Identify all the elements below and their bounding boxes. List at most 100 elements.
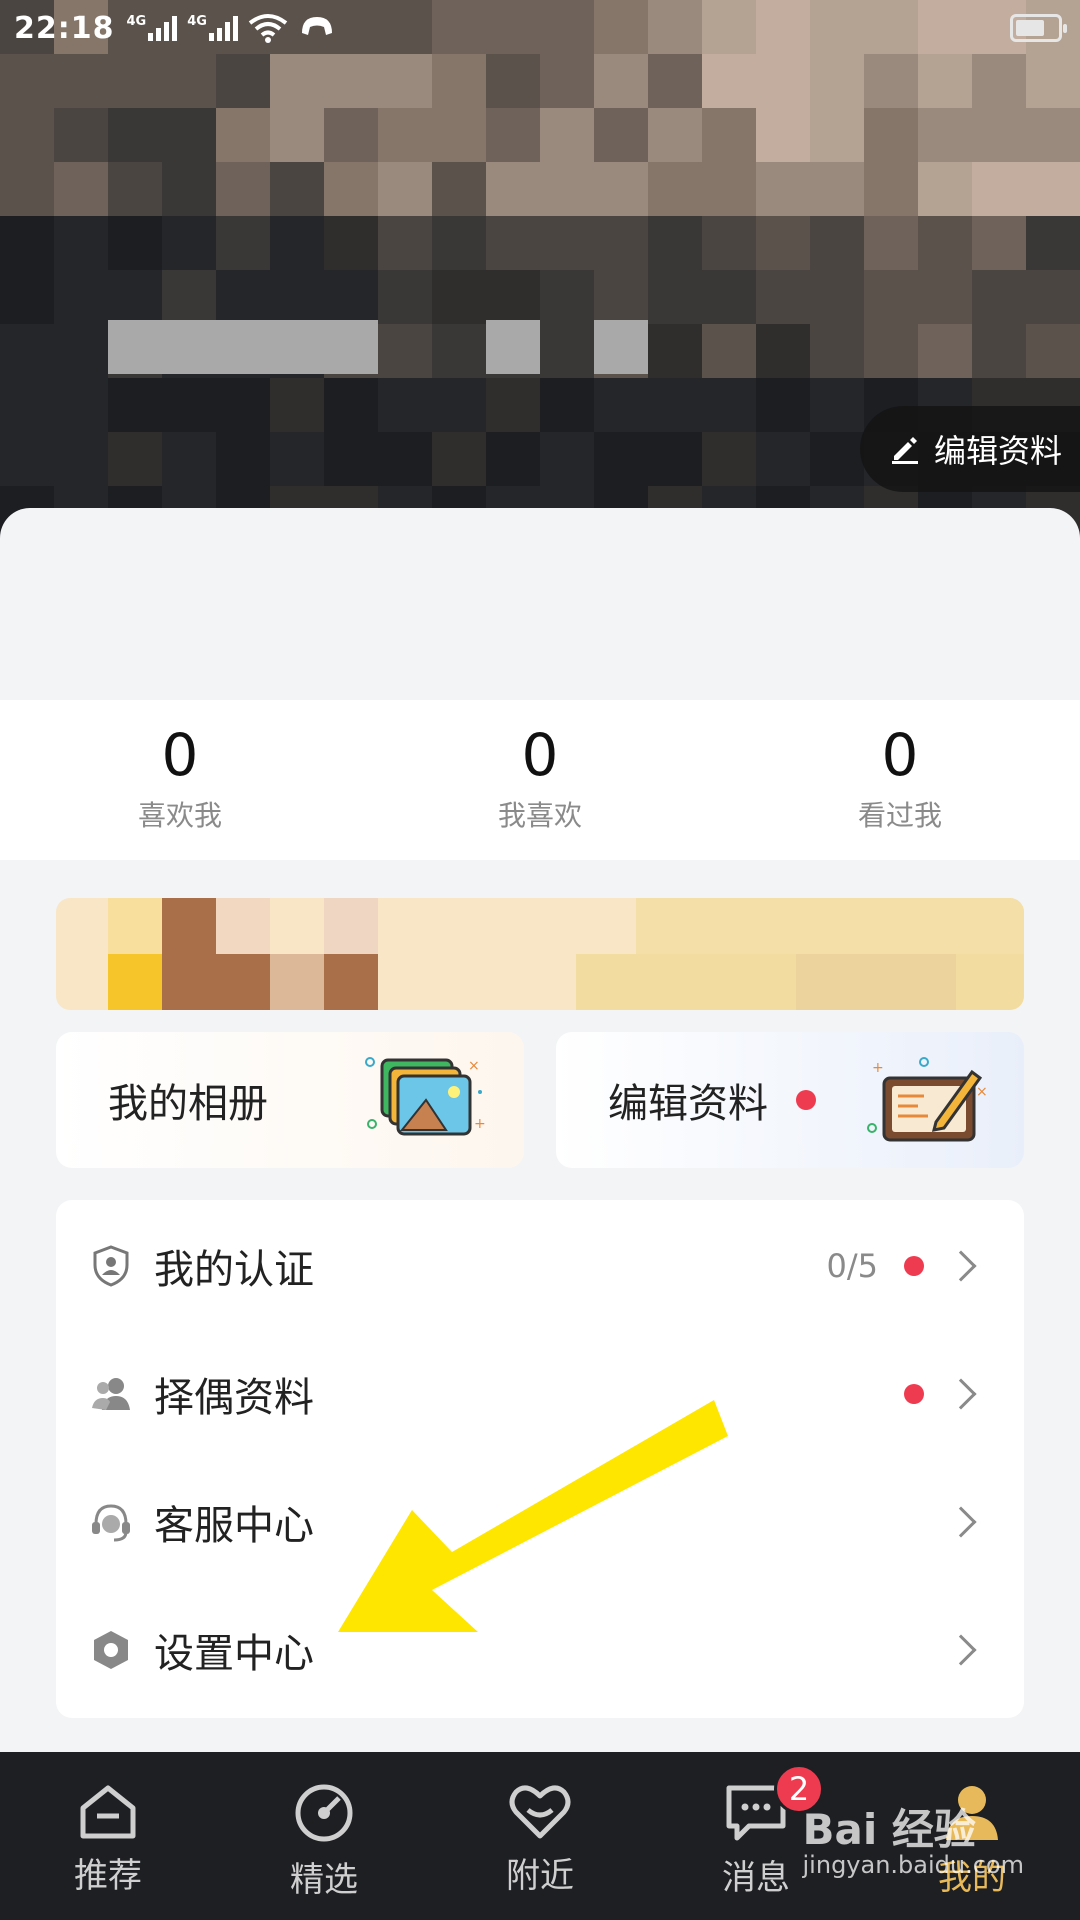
stat-viewed-me[interactable]: 0 看过我 [720,700,1080,860]
cover-mosaic-tile [378,216,432,270]
cover-mosaic-tile [594,108,648,162]
menu-item-right: 0/5 [826,1202,977,1330]
cover-mosaic-tile [108,320,162,374]
cover-mosaic-tile [216,320,270,374]
cover-mosaic-tile [648,54,702,108]
cover-mosaic-tile [756,54,810,108]
cover-mosaic-tile [54,216,108,270]
cover-mosaic-tile [0,270,54,324]
cover-mosaic-tile [108,54,162,108]
status-bar: 22:18 4G 4G [0,0,1080,56]
cover-mosaic-tile [54,54,108,108]
cover-mosaic-tile [162,432,216,486]
stat-i-liked[interactable]: 0 我喜欢 [360,700,720,860]
edit-board-icon: + × [867,1057,988,1142]
cover-mosaic-tile [108,162,162,216]
network-type-label-2: 4G [187,14,207,29]
cover-mosaic-tile [432,216,486,270]
cover-mosaic-tile [54,108,108,162]
cover-mosaic-tile [864,270,918,324]
cover-mosaic-tile [486,320,540,374]
cover-mosaic-tile [108,216,162,270]
signal-icon-2: 4G [187,15,238,41]
notification-dot [796,1090,816,1110]
menu-item-label: 择偶资料 [154,1375,314,1421]
promo-banner[interactable] [56,898,1024,1010]
cover-mosaic-tile [864,54,918,108]
chevron-right-icon [945,1634,977,1666]
cover-mosaic-tile [648,108,702,162]
cover-mosaic-tile [648,270,702,324]
stats-bar: 0 喜欢我 0 我喜欢 0 看过我 [0,700,1080,860]
cover-mosaic-tile [1026,108,1080,162]
cover-mosaic-tile [918,324,972,378]
call-icon [301,17,332,35]
cover-mosaic-tile [702,270,756,324]
cover-mosaic-tile [918,54,972,108]
cover-mosaic-tile [540,216,594,270]
menu-item-partner-preferences[interactable]: 择偶资料 [56,1330,1024,1458]
cover-mosaic-tile [0,108,54,162]
cover-mosaic-tile [918,108,972,162]
cover-mosaic-tile [216,108,270,162]
my-album-card[interactable]: 我的相册 × + [56,1032,524,1168]
cover-mosaic-tile [540,108,594,162]
cover-mosaic-tile [702,54,756,108]
cover-mosaic-tile [324,432,378,486]
pencil-icon [892,437,918,464]
home-icon [80,1785,136,1839]
cover-mosaic-tile [810,108,864,162]
cover-mosaic-tile [432,324,486,378]
stat-label: 我喜欢 [497,799,582,832]
cover-mosaic-tile [270,270,324,324]
nav-tab-nearby[interactable]: 附近 [432,1752,648,1920]
cover-mosaic-tile [1026,162,1080,216]
cover-mosaic-tile [108,270,162,324]
nav-tab-featured[interactable]: 精选 [216,1752,432,1920]
cover-mosaic-tile [486,432,540,486]
cover-mosaic-tile [918,162,972,216]
photo-album-icon: × + [365,1057,486,1136]
cover-mosaic-tile [648,324,702,378]
cover-mosaic-tile [324,108,378,162]
cover-mosaic-tile [270,216,324,270]
cover-mosaic-tile [432,270,486,324]
cover-mosaic-tile [54,432,108,486]
menu-item-settings[interactable]: 设置中心 [56,1586,1024,1714]
cover-mosaic-tile [540,54,594,108]
stat-liked-me[interactable]: 0 喜欢我 [0,700,360,860]
cover-mosaic-tile [756,162,810,216]
edit-profile-card[interactable]: 编辑资料 + × [556,1032,1024,1168]
cover-mosaic-tile [1026,216,1080,270]
cover-mosaic-tile [756,324,810,378]
nav-tab-recommend[interactable]: 推荐 [0,1752,216,1920]
cover-mosaic-tile [216,270,270,324]
cover-mosaic-tile [54,162,108,216]
cover-mosaic-tile [324,216,378,270]
stat-value: 0 [881,721,919,789]
wifi-icon [248,14,288,43]
cover-mosaic-tile [972,108,1026,162]
cover-mosaic-tile [918,270,972,324]
cover-mosaic-tile [0,162,54,216]
menu-item-customer-service[interactable]: 客服中心 [56,1458,1024,1586]
verification-count: 0/5 [826,1247,879,1285]
cover-mosaic-tile [594,216,648,270]
cover-mosaic-tile [540,432,594,486]
nav-label: 精选 [290,1860,358,1900]
cover-mosaic-tile [810,216,864,270]
menu-item-label: 设置中心 [154,1631,314,1677]
cover-mosaic-tile [486,270,540,324]
cover-mosaic-tile [324,162,378,216]
menu-item-right [945,1458,977,1586]
cover-mosaic-tile [648,378,702,432]
album-card-label: 我的相册 [108,1081,268,1127]
cover-mosaic-tile [756,432,810,486]
menu-item-verification[interactable]: 我的认证 0/5 [56,1202,1024,1330]
svg-text:+: + [872,1060,884,1076]
cover-mosaic-tile [864,162,918,216]
cover-mosaic-tile [0,324,54,378]
watermark-main: Bai 经验 [802,1805,976,1854]
baidu-jingyan-watermark: Bai 经验 jingyan.baidu.com [802,1805,1024,1879]
edit-profile-button[interactable]: 编辑资料 [860,406,1080,492]
